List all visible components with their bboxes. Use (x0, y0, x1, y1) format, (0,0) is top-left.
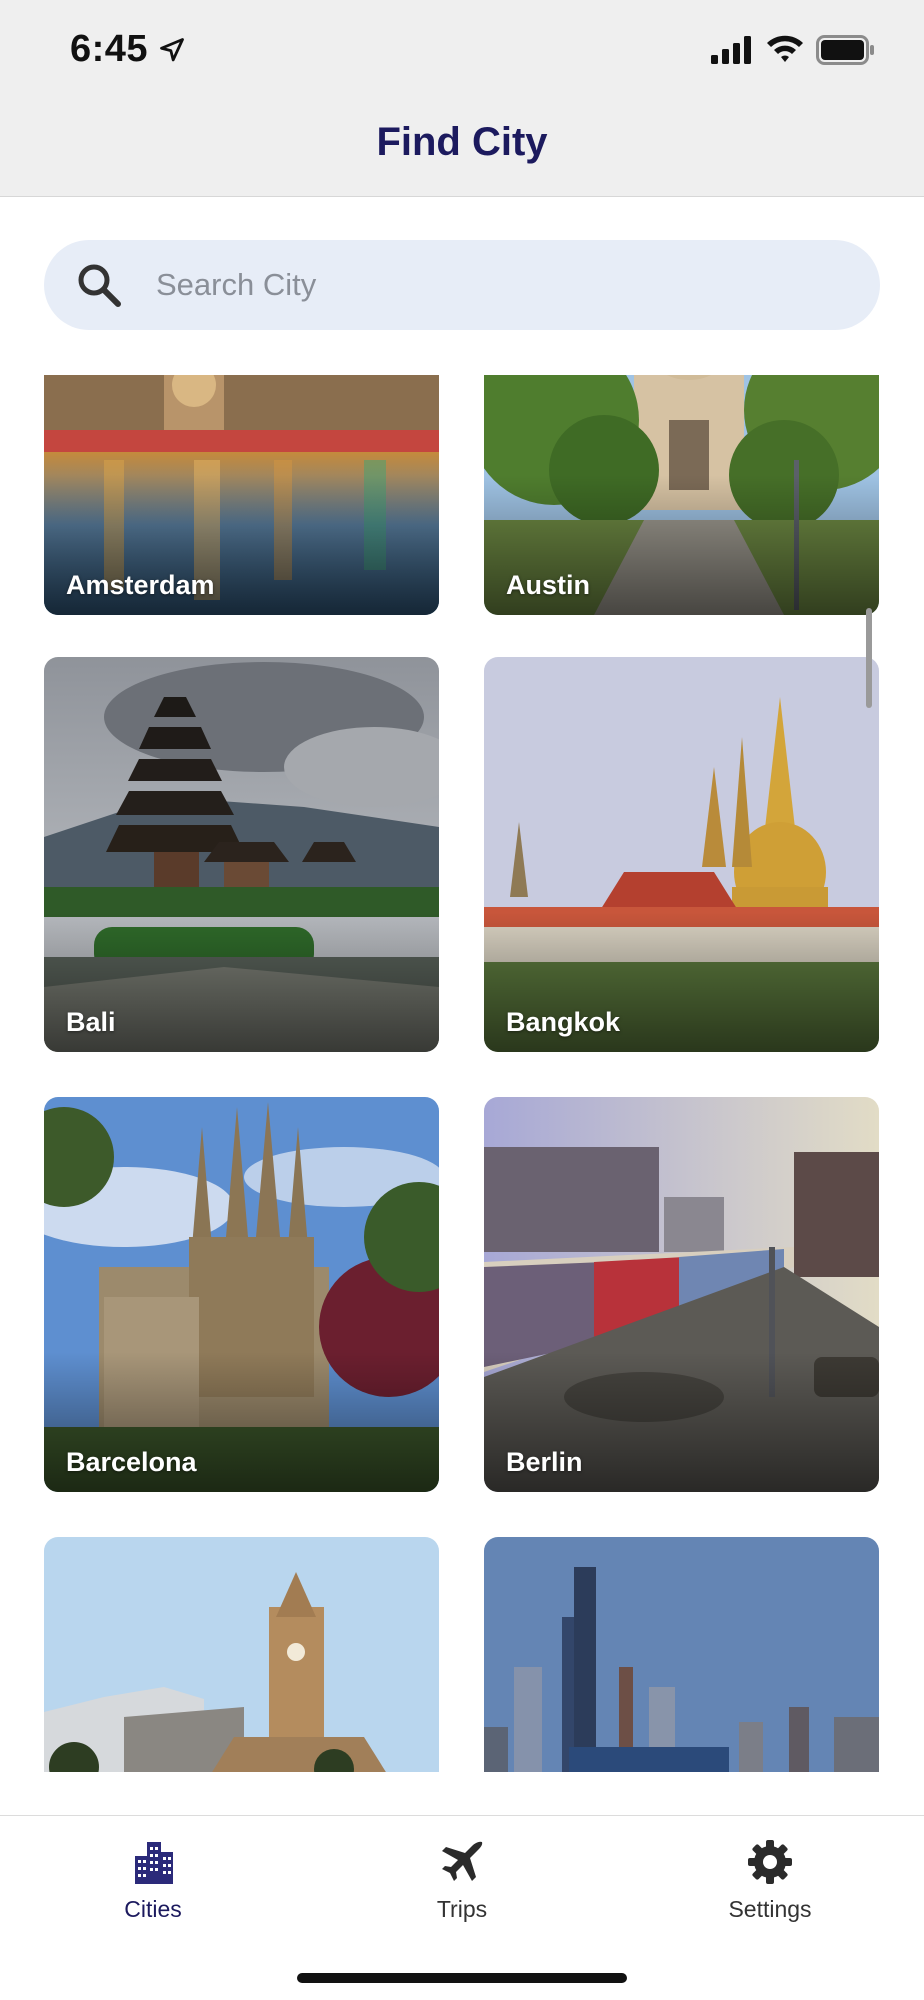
search-input[interactable] (156, 240, 856, 330)
tab-cities[interactable]: Cities (73, 1838, 233, 1948)
cellular-signal-icon (711, 36, 751, 64)
city-photo (484, 1537, 879, 1772)
city-card-austin[interactable]: Austin (484, 375, 879, 615)
tab-label: Cities (124, 1896, 182, 1922)
city-card-amsterdam[interactable]: Amsterdam (44, 375, 439, 615)
battery-icon (816, 35, 874, 65)
city-card-bangkok[interactable]: Bangkok (484, 657, 879, 1052)
city-photo (44, 1537, 439, 1772)
page-title: Find City (376, 120, 548, 164)
search-bar[interactable] (44, 240, 880, 330)
home-indicator (297, 1973, 627, 1983)
wifi-icon (767, 35, 803, 62)
location-arrow-icon (160, 38, 184, 62)
city-name: Bangkok (506, 1007, 621, 1037)
airplane-icon (442, 1841, 483, 1881)
status-time: 6:45 (70, 28, 149, 70)
search-icon (78, 264, 121, 307)
tab-label: Settings (728, 1896, 812, 1922)
scrollbar[interactable] (866, 608, 872, 708)
tab-bar: Cities Trips Settings (0, 1815, 924, 2000)
tab-trips[interactable]: Trips (382, 1838, 542, 1948)
tab-label: Trips (436, 1896, 488, 1922)
city-name: Austin (506, 570, 590, 600)
city-card-bali[interactable]: Bali (44, 657, 439, 1052)
buildings-icon (135, 1842, 173, 1884)
tab-settings[interactable]: Settings (690, 1838, 850, 1948)
city-name: Berlin (506, 1447, 583, 1477)
city-card-berlin[interactable]: Berlin (484, 1097, 879, 1492)
city-grid[interactable]: Amsterdam Austin Bali Bangkok Barcelona … (0, 375, 924, 1772)
city-name: Bali (66, 1007, 116, 1037)
city-name: Barcelona (66, 1447, 197, 1477)
navigation-header: 6:45 Find City (0, 0, 924, 197)
gear-icon (748, 1840, 792, 1884)
city-name: Amsterdam (66, 570, 215, 600)
city-card-barcelona[interactable]: Barcelona (44, 1097, 439, 1492)
city-card[interactable] (44, 1537, 439, 1772)
city-card[interactable] (484, 1537, 879, 1772)
